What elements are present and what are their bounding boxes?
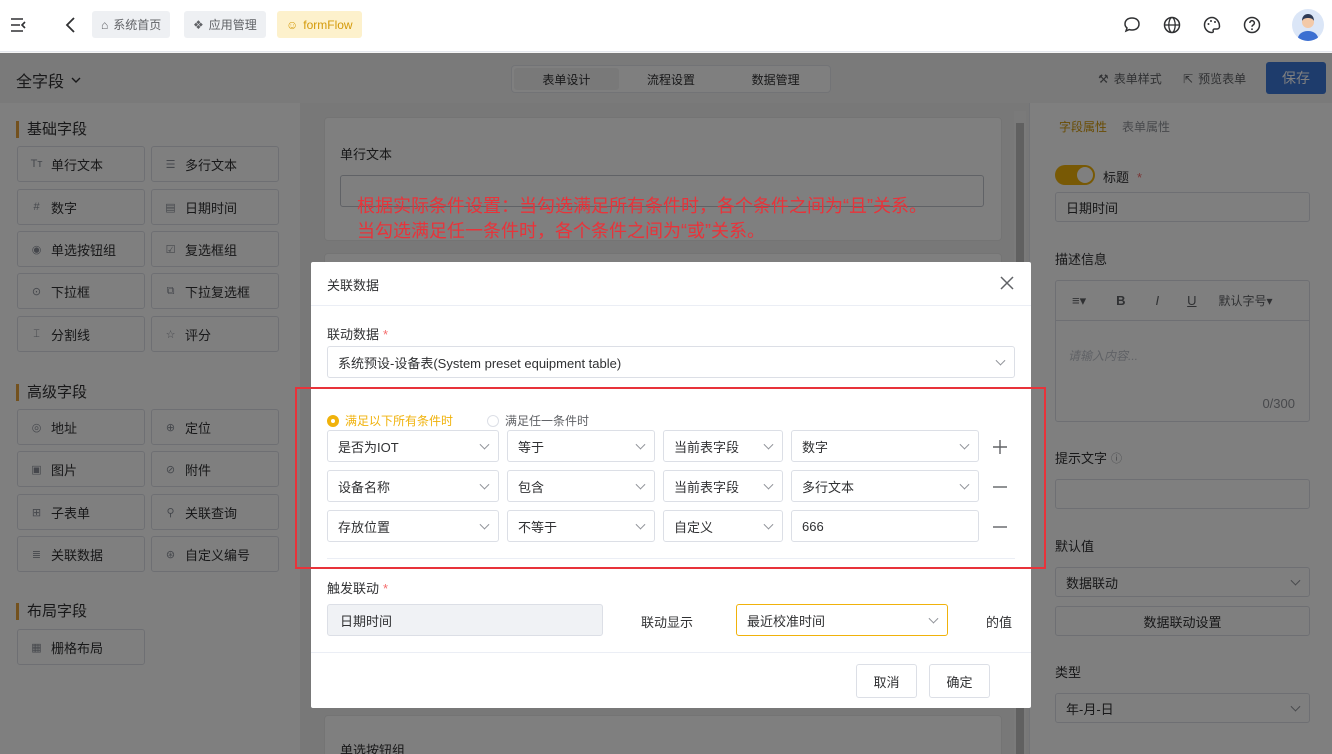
value-suffix: 的值 [986,615,1013,630]
help-icon[interactable] [1242,15,1262,35]
tag-home[interactable]: ⌂ 系统首页 [92,11,171,38]
display-field-select[interactable]: 最近校准时间 [736,604,948,636]
footer-divider [311,652,1031,653]
smile-icon: ☺ [286,17,299,32]
display-label: 联动显示 [641,615,694,630]
tag-app-manage[interactable]: ❖ 应用管理 [184,11,266,38]
annotation-highlight-box [295,387,1046,569]
linkage-data-label: 联动数据 [327,327,380,342]
tag-formflow[interactable]: ☺ formFlow [277,11,362,38]
chevron-down-icon [995,355,1006,366]
confirm-button[interactable]: 确定 [929,664,990,698]
menu-fold-icon[interactable] [10,16,28,34]
cancel-button[interactable]: 取消 [856,664,917,698]
annotation-line-2: 当勾选满足任一条件时，各个条件之间为“或”关系。 [357,221,765,241]
back-chevron-icon[interactable] [64,16,78,34]
linkage-data-select[interactable]: 系统预设-设备表(System preset equipment table) [327,346,1015,378]
chat-icon[interactable] [1122,15,1142,35]
user-avatar[interactable] [1292,9,1324,41]
dialog-title: 关联数据 [327,278,380,293]
trigger-field-display: 日期时间 [327,604,603,636]
home-icon: ⌂ [101,17,109,32]
chevron-down-icon [928,613,939,624]
top-bar: ⌂ 系统首页 ❖ 应用管理 ☺ formFlow [0,0,1332,52]
globe-icon[interactable] [1162,15,1182,35]
palette-icon[interactable] [1202,15,1222,35]
dialog-header: 关联数据 [311,262,1031,306]
apps-icon: ❖ [193,17,204,32]
annotation-line-1: 根据实际条件设置：当勾选满足所有条件时，各个条件之间为“且”关系。 [357,196,927,216]
trigger-label: 触发联动 [327,581,380,596]
close-icon[interactable] [999,275,1015,291]
